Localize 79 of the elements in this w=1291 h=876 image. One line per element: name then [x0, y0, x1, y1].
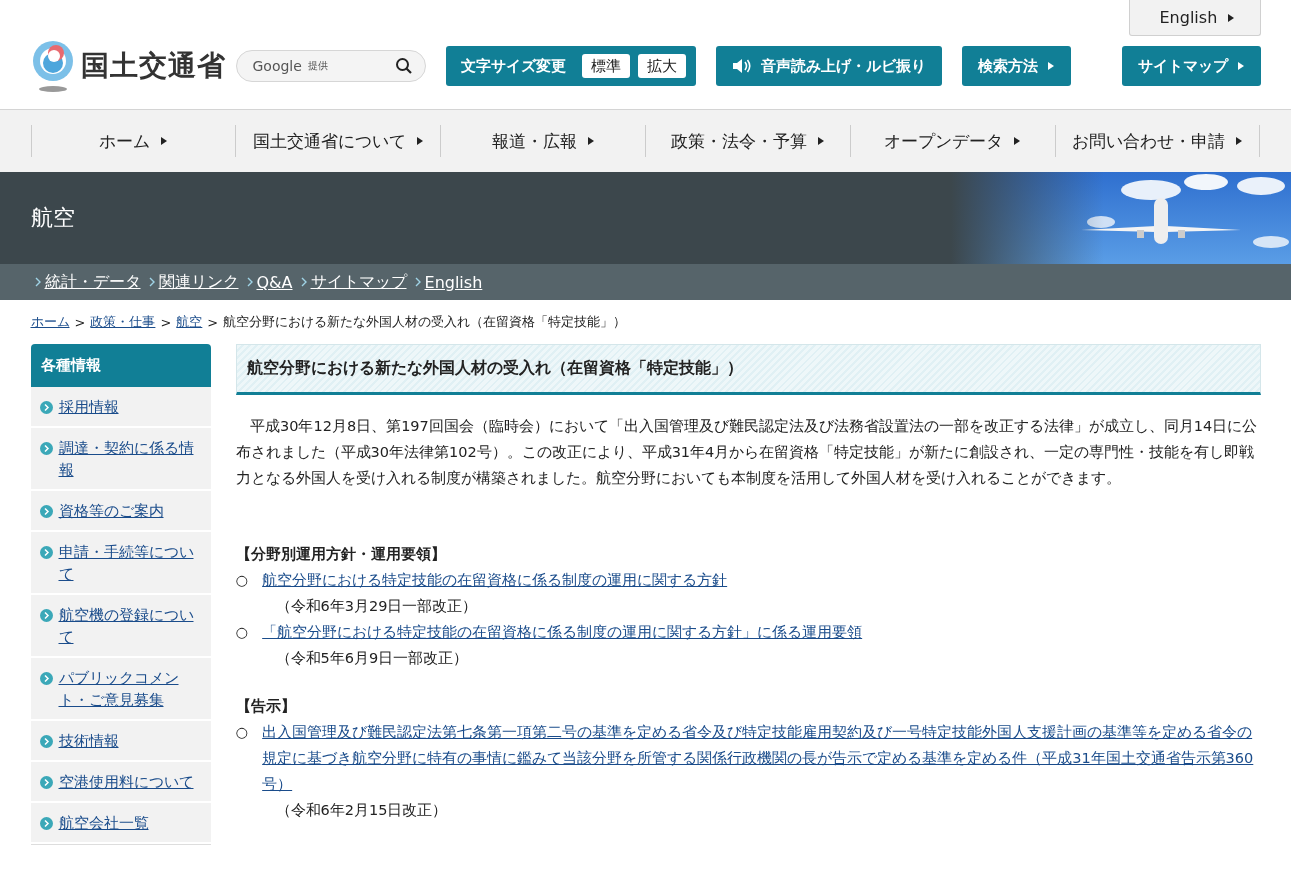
breadcrumb-current: 航空分野における新たな外国人材の受入れ（在留資格「特定技能」） [223, 313, 627, 331]
nav-item[interactable]: 国土交通省について [235, 125, 441, 157]
breadcrumb-separator: > [160, 314, 172, 330]
revision-note: （令和6年3月29日一部改正） [274, 597, 479, 616]
document-link[interactable]: 出入国管理及び難民認定法第七条第一項第二号の基準を定める省令及び特定技能雇用契約及び一号特定技能外国人支援計画の基準等を定める省令の規定に基づき航空分野に特有の事情に鑑みて当該分野を所管する関係行政機関の長が告示で定める基準を定める件（平成31年国土交通省告示第360号） [262, 719, 1261, 797]
nav-item[interactable]: 報道・広報 [440, 125, 645, 157]
sidebar-link[interactable]: 航空機の登録について [58, 604, 203, 648]
nav-item[interactable]: オープンデータ [849, 125, 1055, 157]
chevron-icon [414, 277, 421, 287]
search-note: 提供 [307, 59, 328, 73]
breadcrumb-separator: > [207, 314, 219, 330]
nav-item[interactable]: ホーム [30, 125, 236, 157]
text-size-button[interactable]: 標準 [581, 54, 630, 78]
triangle-icon [159, 136, 168, 146]
triangle-icon [1013, 136, 1022, 146]
nav-item[interactable]: お問い合わせ・申請 [1054, 125, 1261, 157]
sidebar-link[interactable]: 資格等のご案内 [58, 500, 164, 522]
page-title: 航空分野における新たな外国人材の受入れ（在留資格「特定技能」） [235, 344, 1261, 395]
bullet-mark: ○ [235, 723, 249, 742]
search-brand: Google [252, 58, 302, 74]
breadcrumb-link[interactable]: 航空 [176, 313, 203, 331]
text-size-button[interactable]: 拡大 [637, 54, 686, 78]
sidebar-link[interactable]: 空港使用料について [58, 771, 194, 793]
chevron-icon [34, 277, 41, 287]
english-link[interactable]: English [1128, 0, 1261, 36]
breadcrumb-link[interactable]: 政策・仕事 [90, 313, 156, 331]
section-link[interactable]: サイトマップ [310, 271, 407, 293]
search-icon [394, 57, 413, 75]
document-link[interactable]: 航空分野における特定技能の在留資格に係る制度の運用に関する方針 [262, 567, 728, 593]
triangle-icon [1236, 61, 1245, 71]
revision-note: （令和5年6月9日一部改正） [274, 649, 470, 668]
chevron-icon [39, 609, 53, 622]
sidebar-link[interactable]: 技術情報 [58, 730, 119, 752]
header-button[interactable]: 検索方法 [961, 46, 1071, 86]
triangle-icon [586, 136, 595, 146]
logo-text: 国土交通省 [80, 48, 226, 84]
chevron-icon [39, 735, 53, 748]
section-heading: 【分野別運用方針・運用要領】 [235, 545, 447, 564]
header-button[interactable]: サイトマップ [1121, 46, 1261, 86]
section-link[interactable]: English [424, 272, 483, 292]
triangle-icon [1235, 136, 1244, 146]
section-link[interactable]: Q&A [256, 272, 293, 292]
intro-paragraph: 平成30年12月8日、第197回国会（臨時会）において「出入国管理及び難民認定法及び法務省設置法の一部を改正する法律」が成立し、同月14日に公布されました（平成30年法律第102号）。この改正により、平成31年4月から在留資格「特定技能」が新たに創設され、一定の専門性・技能を有し即戦力となる外国人を受け入れる制度が構築されました。航空分野においても本制度を活用して外国人材を受け入れることができます。 [235, 417, 1259, 488]
triangle-icon [816, 136, 825, 146]
triangle-icon [1046, 61, 1055, 71]
bullet-mark: ○ [235, 623, 249, 642]
triangle-icon [415, 136, 424, 146]
sidebar-link[interactable]: パブリックコメント・ご意見募集 [58, 667, 203, 711]
chevron-icon [39, 546, 53, 559]
search-field[interactable]: Google 提供 [235, 50, 426, 82]
sidebar-link[interactable]: 航空会社一覧 [58, 812, 149, 834]
section-heading: 【告示】 [235, 697, 297, 716]
section-title: 航空 [30, 204, 76, 232]
bullet-mark: ○ [235, 571, 249, 590]
chevron-icon [148, 277, 155, 287]
chevron-icon [246, 277, 253, 287]
logo-icon [30, 39, 75, 93]
speaker-icon [731, 57, 752, 75]
nav-item[interactable]: 政策・法令・予算 [645, 125, 850, 157]
header-button[interactable]: 音声読み上げ・ルビ振り [715, 46, 942, 86]
text-size-label: 文字サイズ変更 [460, 56, 566, 76]
chevron-icon [39, 817, 53, 830]
chevron-icon [39, 776, 53, 789]
sidebar-link[interactable]: 申請・手続等について [58, 541, 203, 585]
section-link[interactable]: 関連リンク [158, 271, 239, 293]
chevron-icon [39, 442, 53, 455]
chevron-icon [39, 505, 53, 518]
chevron-icon [39, 401, 53, 414]
sidebar-link[interactable]: 調達・契約に係る情報 [58, 437, 203, 481]
sidebar-link[interactable]: 採用情報 [58, 396, 119, 418]
breadcrumb-separator: > [74, 314, 86, 330]
breadcrumb-link[interactable]: ホーム [30, 313, 70, 331]
chevron-icon [39, 672, 53, 685]
triangle-icon [1227, 12, 1236, 23]
chevron-icon [300, 277, 307, 287]
section-link[interactable]: 統計・データ [44, 271, 141, 293]
sidebar-heading: 各種情報 [30, 344, 211, 387]
document-link[interactable]: 「航空分野における特定技能の在留資格に係る制度の運用に関する方針」に係る運用要領 [262, 619, 863, 645]
revision-note: （令和6年2月15日改正） [274, 801, 449, 820]
